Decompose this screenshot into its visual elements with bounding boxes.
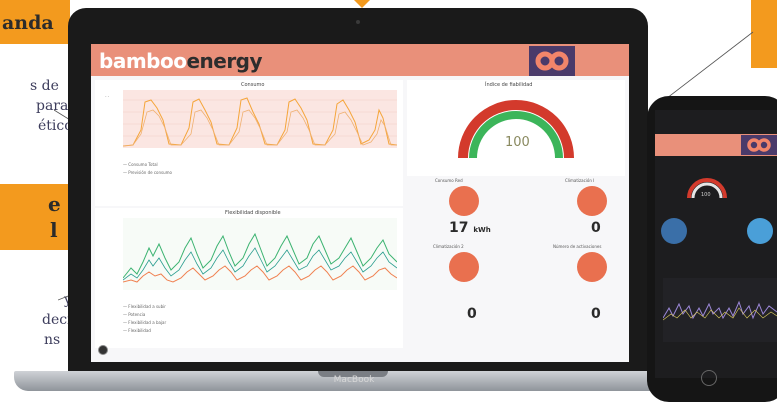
consumo-legend-2-label: Previsión de consumo	[128, 170, 172, 175]
potencia-line	[122, 265, 398, 283]
air-conditioner-2-icon	[449, 252, 479, 282]
flex-legend-1-label: Flexibilidad a subir	[128, 304, 166, 309]
consumo-red-number: 17	[449, 220, 469, 236]
phone-home-button[interactable]	[701, 370, 717, 386]
phone-ac-icon	[661, 218, 687, 244]
consumo-chart-svg	[122, 97, 398, 147]
flex-legend-1: — Flexibilidad a subir	[123, 304, 166, 309]
consumo-legend-1: — Consumo Total	[123, 162, 158, 167]
brand-part-1: bamboo	[99, 49, 187, 73]
consumo-panel: Consumo - - — Consumo Total — Previsión …	[95, 80, 403, 206]
y-tick: - -	[105, 94, 110, 99]
consumo-title: Consumo	[241, 82, 265, 88]
flex-legend-3: — Flexibilidad a bajar	[123, 320, 167, 325]
climatizacion1-value: 0	[591, 220, 601, 236]
consumo-chart[interactable]	[122, 90, 398, 148]
infinity-logo-icon	[529, 46, 575, 76]
phone-chart-svg	[662, 300, 777, 321]
callout-box-middle: e l	[0, 184, 68, 250]
phone-infinity-logo-icon	[741, 135, 777, 155]
flex-legend-2-label: Potencia	[128, 312, 146, 317]
activaciones-value: 0	[591, 306, 601, 322]
brand-part-2: energy	[186, 49, 263, 73]
air-conditioner-icon	[577, 186, 607, 216]
dashboard-screen: bambooenergy Consumo - - — Consumo Total…	[91, 44, 629, 362]
phone-thermometer-icon	[747, 218, 773, 244]
phone-gauge-value: 100	[701, 192, 711, 198]
flex-legend-3-label: Flexibilidad a bajar	[128, 320, 167, 325]
power-tower-icon	[577, 252, 607, 282]
flexibilidad-chart[interactable]	[122, 218, 398, 290]
flexibilidad-title: Flexibilidad disponible	[225, 210, 281, 216]
dashboard-header: bambooenergy	[91, 44, 629, 76]
gauge-value: 100	[505, 135, 530, 150]
climatizacion2-title: Climatización 2	[433, 244, 464, 249]
consumo-red-value: 17 kWh	[449, 220, 491, 236]
consumo-red-unit: kWh	[473, 226, 491, 234]
flex-legend-4-label: Flexibilidad	[128, 328, 151, 333]
climatizacion2-value: 0	[467, 306, 477, 322]
flexibilidad-chart-svg	[122, 232, 398, 283]
phone-chart[interactable]	[662, 278, 777, 342]
side-text-2-line3: ns	[44, 332, 61, 348]
flex-legend-2: — Potencia	[123, 312, 146, 317]
climatizacion1-title: Climatización I	[565, 178, 595, 183]
callout-box-top: anda	[0, 0, 70, 44]
gauge-chart	[458, 100, 574, 159]
lightbulb-icon	[449, 186, 479, 216]
flexibilidad-panel: Flexibilidad disponible — Flexibilidad a…	[95, 208, 403, 348]
callout-line-2: l	[50, 218, 58, 242]
consumo-legend-2: — Previsión de consumo	[123, 170, 172, 175]
activaciones-title: Número de activaciones	[553, 244, 602, 249]
brand-logo[interactable]: bambooenergy	[99, 49, 263, 73]
consumo-legend-1-label: Consumo Total	[128, 162, 158, 167]
phone-header	[655, 134, 777, 156]
flex-legend-4: — Flexibilidad	[123, 328, 151, 333]
consumo-total-line	[122, 97, 398, 147]
callout-title-top: anda	[2, 12, 54, 34]
laptop-label: MacBook	[333, 375, 375, 385]
power-button-icon[interactable]	[98, 345, 108, 355]
side-text-1-line1: s de	[30, 78, 59, 94]
flex-subir-line	[122, 232, 398, 279]
phone-screen: 100	[655, 110, 777, 378]
indice-panel: Índice de fiabilidad 100	[407, 80, 625, 176]
callout-line-1: e	[48, 192, 61, 216]
consumo-red-title: Consumo Red	[435, 178, 463, 183]
prevision-consumo-line	[122, 109, 397, 147]
indice-title: Índice de fiabilidad	[485, 82, 533, 88]
flex-bajar-line	[122, 247, 398, 281]
camera-icon	[356, 20, 360, 24]
